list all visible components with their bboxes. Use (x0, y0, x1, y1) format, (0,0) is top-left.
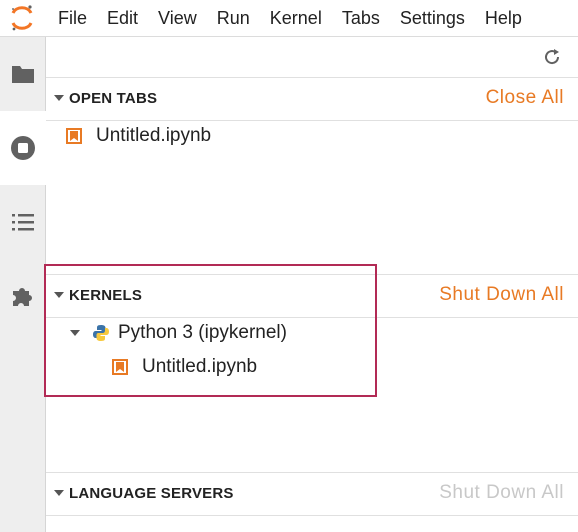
notebook-icon (66, 128, 82, 144)
panel-toolbar (46, 37, 578, 78)
collapse-caret-icon (54, 95, 64, 101)
kernels-title: KERNELS (69, 287, 143, 304)
close-all-button[interactable]: Close All (486, 87, 564, 109)
open-tabs-header[interactable]: OPEN TABS Close All (46, 78, 578, 121)
menu-help[interactable]: Help (485, 0, 542, 36)
python-icon (93, 325, 109, 341)
puzzle-icon (12, 288, 32, 306)
open-tab-item[interactable]: Untitled.ipynb (66, 121, 211, 151)
menu-file[interactable]: File (58, 0, 107, 36)
menu-kernel[interactable]: Kernel (270, 0, 342, 36)
menu-settings[interactable]: Settings (400, 0, 485, 36)
folder-icon (11, 66, 34, 83)
list-icon (11, 214, 34, 231)
refresh-icon[interactable] (542, 47, 562, 67)
kernels-header[interactable]: KERNELS Shut Down All (46, 275, 578, 318)
menu-edit[interactable]: Edit (107, 0, 158, 36)
activity-bar (0, 37, 46, 532)
shut-down-all-kernels-button[interactable]: Shut Down All (439, 284, 564, 306)
kernel-name: Python 3 (ipykernel) (118, 322, 287, 343)
language-servers-title: LANGUAGE SERVERS (69, 485, 234, 502)
kernel-session-item[interactable]: Untitled.ipynb (112, 352, 257, 382)
extension-manager-button[interactable] (0, 259, 45, 333)
menu-items: File Edit View Run Kernel Tabs Settings … (58, 0, 542, 36)
open-tab-label: Untitled.ipynb (96, 125, 212, 146)
running-kernels-button[interactable] (0, 111, 46, 185)
table-of-contents-button[interactable] (0, 185, 45, 259)
menu-view[interactable]: View (158, 0, 217, 36)
collapse-caret-icon (54, 490, 64, 496)
running-panel: OPEN TABS Close All Untitled.ipynb KERNE… (46, 37, 578, 532)
kernel-session-label: Untitled.ipynb (142, 356, 258, 377)
menu-tabs[interactable]: Tabs (342, 0, 400, 36)
language-servers-header[interactable]: LANGUAGE SERVERS Shut Down All (46, 473, 578, 516)
shut-down-all-servers-button[interactable]: Shut Down All (439, 482, 564, 504)
expand-caret-icon (70, 330, 80, 336)
notebook-icon (112, 359, 128, 375)
stop-circle-icon (11, 136, 35, 160)
menu-bar: File Edit View Run Kernel Tabs Settings … (0, 0, 578, 37)
jupyter-logo-icon (11, 5, 33, 31)
kernel-item[interactable]: Python 3 (ipykernel) (70, 318, 287, 348)
open-tabs-title: OPEN TABS (69, 90, 158, 107)
file-browser-button[interactable] (0, 37, 45, 111)
collapse-caret-icon (54, 292, 64, 298)
menu-run[interactable]: Run (217, 0, 270, 36)
